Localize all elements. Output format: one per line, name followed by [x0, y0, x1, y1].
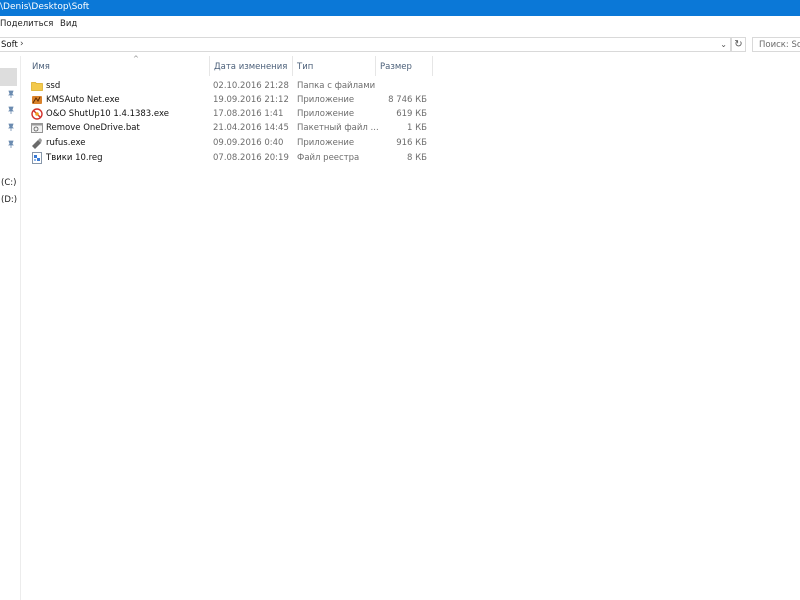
column-header-name[interactable]: Имя — [32, 62, 50, 72]
pin-icon[interactable] — [7, 140, 15, 148]
sort-ascending-icon: ^ — [133, 55, 139, 63]
breadcrumb-soft[interactable]: Soft — [1, 40, 18, 50]
file-name: Remove OneDrive.bat — [46, 123, 140, 133]
file-row[interactable]: O&O ShutUp10 1.4.1383.exe 17.08.2016 1:4… — [20, 108, 440, 122]
file-name: KMSAuto Net.exe — [46, 95, 120, 105]
file-type: Папка с файлами — [297, 81, 376, 91]
search-placeholder: Поиск: Soft — [759, 40, 800, 50]
file-type: Приложение — [297, 109, 355, 119]
file-row[interactable]: Твики 10.reg 07.08.2016 20:19 Файл реест… — [20, 152, 440, 166]
pin-icon[interactable] — [7, 123, 15, 131]
file-date: 19.09.2016 21:12 — [213, 95, 289, 105]
batch-file-icon — [31, 122, 43, 134]
file-type: Файл реестра — [297, 153, 360, 163]
file-date: 21.04.2016 14:45 — [213, 123, 289, 133]
file-date: 09.09.2016 0:40 — [213, 138, 284, 148]
pin-icon[interactable] — [7, 90, 15, 98]
navigation-pane: (C:) (D:) — [0, 56, 21, 600]
file-row[interactable]: Remove OneDrive.bat 21.04.2016 14:45 Пак… — [20, 122, 440, 136]
registry-icon — [31, 152, 43, 164]
file-name: O&O ShutUp10 1.4.1383.exe — [46, 109, 169, 119]
menu-bar: Поделиться Вид — [0, 16, 800, 33]
pin-icon[interactable] — [7, 106, 15, 114]
column-divider[interactable] — [375, 56, 376, 76]
nav-item-drive-c[interactable]: (C:) — [1, 178, 16, 188]
search-input[interactable]: Поиск: Soft — [752, 37, 800, 52]
window-title: \Denis\Desktop\Soft — [0, 2, 90, 12]
file-name: Твики 10.reg — [46, 153, 103, 163]
file-name: rufus.exe — [46, 138, 86, 148]
folder-icon — [31, 80, 43, 92]
file-type: Приложение — [297, 138, 355, 148]
nav-item-drive-d[interactable]: (D:) — [1, 195, 17, 205]
file-size: 8 КБ — [407, 153, 427, 163]
file-size: 1 КБ — [407, 123, 427, 133]
address-bar[interactable]: Soft › ⌄ — [0, 37, 731, 52]
usb-icon — [31, 137, 43, 149]
file-type: Пакетный файл ... — [297, 123, 379, 133]
column-header-size[interactable]: Размер — [380, 62, 412, 72]
column-divider[interactable] — [432, 56, 433, 76]
refresh-button[interactable]: ↻ — [731, 37, 746, 52]
file-row[interactable]: ssd 02.10.2016 21:28 Папка с файлами — [20, 80, 440, 94]
file-date: 07.08.2016 20:19 — [213, 153, 289, 163]
column-divider[interactable] — [292, 56, 293, 76]
address-row: Soft › ⌄ ↻ Поиск: Soft — [0, 34, 800, 56]
file-row[interactable]: KMSAuto Net.exe 19.09.2016 21:12 Приложе… — [20, 94, 440, 108]
title-bar: \Denis\Desktop\Soft — [0, 0, 800, 16]
column-header: ^ Имя Дата изменения Тип Размер — [20, 55, 440, 76]
column-header-type[interactable]: Тип — [297, 62, 313, 72]
column-divider[interactable] — [209, 56, 210, 76]
breadcrumb-chevron-icon[interactable]: › — [20, 39, 24, 49]
file-size: 916 КБ — [396, 138, 427, 148]
nav-item-selected[interactable] — [0, 68, 17, 86]
address-dropdown-icon[interactable]: ⌄ — [720, 40, 727, 49]
file-date: 02.10.2016 21:28 — [213, 81, 289, 91]
menu-item-view[interactable]: Вид — [60, 19, 77, 29]
file-date: 17.08.2016 1:41 — [213, 109, 284, 119]
app-icon — [31, 94, 43, 106]
shield-icon — [31, 108, 43, 120]
file-size: 619 КБ — [396, 109, 427, 119]
menu-item-share[interactable]: Поделиться — [0, 19, 53, 29]
file-name: ssd — [46, 81, 61, 91]
file-size: 8 746 КБ — [388, 95, 427, 105]
column-header-date[interactable]: Дата изменения — [214, 62, 287, 72]
file-type: Приложение — [297, 95, 355, 105]
file-row[interactable]: rufus.exe 09.09.2016 0:40 Приложение 916… — [20, 137, 440, 151]
